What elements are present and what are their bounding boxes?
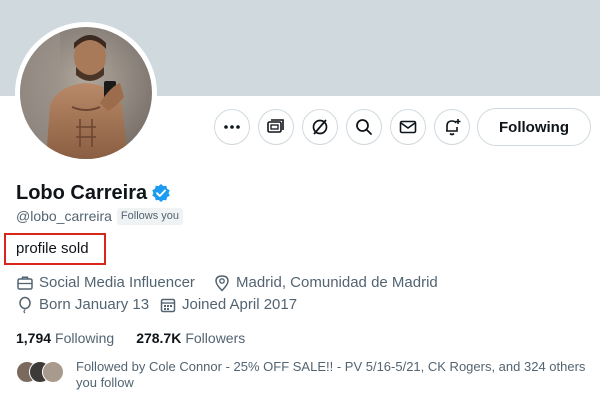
user-handle: @lobo_carreira — [16, 208, 112, 224]
joined-text: Joined April 2017 — [182, 296, 298, 313]
location-pin-icon — [215, 275, 229, 292]
envelope-icon — [399, 120, 417, 134]
subscription-icon — [267, 119, 284, 133]
notify-button[interactable] — [434, 109, 470, 145]
display-name: Lobo Carreira — [16, 182, 148, 204]
balloon-icon — [19, 296, 31, 314]
follow-stats: 1,794 Following 278.7K Followers — [16, 329, 245, 347]
mini-avatar — [42, 361, 64, 383]
following-link[interactable]: 1,794 Following — [16, 329, 114, 347]
followers-count: 278.7K — [136, 330, 182, 346]
following-count: 1,794 — [16, 330, 52, 346]
search-button[interactable] — [346, 109, 382, 145]
joined-item: Joined April 2017 — [159, 295, 297, 315]
briefcase-icon — [17, 276, 33, 290]
name-row: Lobo Carreira — [16, 181, 171, 205]
location-text: Madrid, Comunidad de Madrid — [236, 274, 438, 291]
more-button[interactable] — [214, 109, 250, 145]
following-button[interactable]: Following — [477, 108, 591, 146]
follows-you-badge: Follows you — [116, 207, 183, 225]
followers-label: Followers — [185, 330, 246, 346]
verified-badge-icon[interactable] — [151, 183, 171, 203]
handle-row: @lobo_carreira Follows you — [16, 207, 183, 225]
grok-icon — [312, 119, 328, 135]
bell-plus-icon — [446, 119, 461, 136]
profile-bio: profile sold — [16, 240, 89, 257]
subscribe-button[interactable] — [258, 109, 294, 145]
calendar-icon — [160, 298, 176, 313]
message-button[interactable] — [390, 109, 426, 145]
birthday-item: Born January 13 — [16, 295, 149, 315]
birthday-text: Born January 13 — [39, 296, 150, 313]
more-icon — [224, 125, 240, 129]
grok-button[interactable] — [302, 109, 338, 145]
search-icon — [356, 119, 372, 135]
followed-by-text[interactable]: Followed by Cole Connor - 25% OFF SALE!!… — [76, 359, 586, 391]
followers-link[interactable]: 278.7K Followers — [136, 329, 245, 347]
following-label: Following — [55, 330, 115, 346]
category-item: Social Media Influencer — [16, 273, 195, 293]
location-item: Madrid, Comunidad de Madrid — [213, 273, 438, 293]
category-text: Social Media Influencer — [39, 274, 195, 291]
profile-avatar[interactable] — [20, 27, 152, 159]
followers-you-know-avatars[interactable] — [16, 361, 66, 383]
